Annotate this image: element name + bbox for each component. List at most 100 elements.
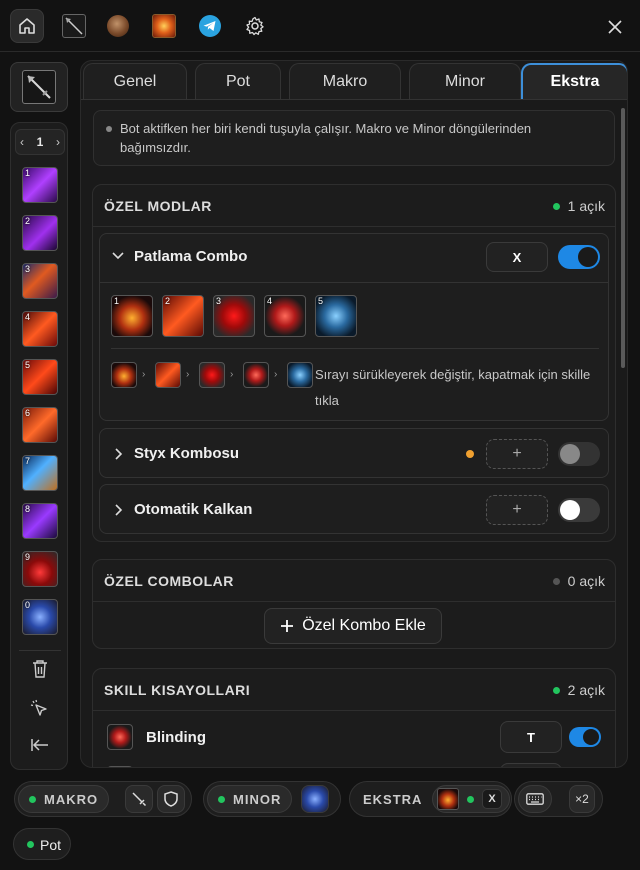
mode-toggle[interactable]	[558, 442, 600, 466]
tab-makro[interactable]: Makro	[289, 63, 401, 99]
chevron-down-icon[interactable]	[112, 251, 124, 261]
patlama-combo-panel: Patlama Combo X 1 2 3 4 5 › › › › Sırayı…	[99, 233, 609, 421]
minor-skill-icon[interactable]	[301, 785, 329, 813]
status-dot	[552, 577, 560, 585]
keyboard-status-pill: ×2	[514, 781, 603, 817]
status-count: 0 açık	[552, 573, 605, 589]
skill-slot[interactable]: 0	[22, 599, 58, 635]
mode-toggle[interactable]	[558, 498, 600, 522]
settings-button[interactable]	[238, 9, 272, 43]
order-skill[interactable]	[111, 362, 137, 388]
skill-slot[interactable]: 9	[22, 551, 58, 587]
count-text: 0 açık	[567, 573, 605, 589]
skill-slot[interactable]: 7	[22, 455, 58, 491]
fire-skill-icon	[152, 14, 176, 38]
keyboard-button[interactable]	[518, 785, 552, 813]
mode-title: Patlama Combo	[134, 248, 248, 265]
home-button[interactable]	[10, 9, 44, 43]
skill-icon	[107, 766, 133, 767]
makro-status-pill: MAKRO	[14, 781, 192, 817]
cursor-icon[interactable]	[30, 699, 50, 719]
warning-dot	[466, 450, 474, 458]
skill-number: 1	[114, 296, 120, 306]
skill-number: 4	[267, 296, 273, 306]
count-text: 1 açık	[567, 198, 605, 214]
tab-pot[interactable]: Pot	[195, 63, 281, 99]
home-icon	[19, 18, 35, 34]
skill-slot[interactable]: 1	[22, 167, 58, 203]
chevron-right-icon: ›	[230, 369, 234, 380]
chevron-right-icon[interactable]	[114, 504, 124, 516]
makro-chip[interactable]: MAKRO	[18, 785, 110, 813]
divider	[111, 348, 599, 349]
toggle-knob	[583, 729, 599, 745]
ekstra-mode-chip[interactable]: X	[432, 785, 510, 813]
combo-skill[interactable]: 3	[213, 295, 255, 337]
ekstra-chip[interactable]: EKSTRA	[353, 785, 432, 813]
chevron-right-icon: ›	[142, 369, 146, 380]
shortcut-toggle[interactable]	[569, 727, 601, 747]
skill-slot[interactable]: 3	[22, 263, 58, 299]
dagger-skill-icon	[22, 70, 56, 104]
auto-shield-panel: Otomatik Kalkan +	[99, 484, 609, 534]
chevron-right-icon[interactable]: ›	[56, 135, 60, 149]
card-title: ÖZEL MODLAR	[104, 198, 212, 214]
fire-skill-button[interactable]	[147, 9, 181, 43]
info-box: Bot aktifken her biri kendi tuşuyla çalı…	[93, 110, 615, 166]
hotkey-button[interactable]: +	[486, 495, 548, 525]
tab-minor[interactable]: Minor	[409, 63, 521, 99]
skill-number: 5	[318, 296, 324, 306]
avatar-button[interactable]	[101, 9, 135, 43]
scrollbar[interactable]	[621, 108, 625, 368]
minor-chip[interactable]: MINOR	[207, 785, 293, 813]
skill-slot[interactable]: 2	[22, 215, 58, 251]
status-dot	[29, 795, 36, 803]
minor-status-pill: MINOR	[203, 781, 341, 817]
trash-icon[interactable]	[31, 659, 49, 679]
combo-skill[interactable]: 5	[315, 295, 357, 337]
order-skill[interactable]	[287, 362, 313, 388]
add-combo-button[interactable]: Özel Kombo Ekle	[264, 608, 442, 644]
count-text: 2 açık	[567, 682, 605, 698]
pot-label: Pot	[40, 837, 62, 853]
info-text: Bot aktifken her biri kendi tuşuyla çalı…	[120, 121, 532, 155]
special-modes-card: ÖZEL MODLAR 1 açık Patlama Combo X 1 2 3…	[92, 184, 616, 542]
order-skill[interactable]	[155, 362, 181, 388]
slot-number: 8	[25, 504, 31, 514]
hotkey-button[interactable]: +	[486, 439, 548, 469]
skill-slot[interactable]: 4	[22, 311, 58, 347]
dagger-skill-icon	[62, 14, 86, 38]
combo-skill[interactable]: 1	[111, 295, 153, 337]
hotkey-button[interactable]: T	[500, 721, 562, 753]
shield-button[interactable]	[157, 785, 185, 813]
order-skill[interactable]	[199, 362, 225, 388]
combo-skill[interactable]: 2	[162, 295, 204, 337]
sword-button[interactable]	[125, 785, 153, 813]
skill-slot[interactable]: 8	[22, 503, 58, 539]
plus-icon	[281, 620, 294, 632]
selected-skill-slot[interactable]	[10, 62, 68, 112]
hotkey-button[interactable]: X	[486, 242, 548, 272]
tab-genel[interactable]: Genel	[83, 63, 187, 99]
skill-thumb-button[interactable]	[57, 9, 91, 43]
telegram-button[interactable]	[193, 9, 227, 43]
collapse-icon[interactable]	[30, 737, 50, 753]
skill-bar: ‹ 1 › 1 2 3 4 5 6 7 8 9 0	[10, 122, 68, 770]
pot-status-pill[interactable]: Pot	[13, 828, 71, 860]
close-button[interactable]	[598, 10, 632, 44]
chevron-left-icon[interactable]: ‹	[20, 135, 24, 149]
status-dot	[552, 686, 560, 694]
makro-label: MAKRO	[44, 791, 99, 807]
order-skill[interactable]	[243, 362, 269, 388]
main-panel: Genel Pot Makro Minor Ekstra Bot aktifke…	[80, 60, 628, 768]
hotkey-button[interactable]	[500, 763, 562, 767]
chevron-right-icon[interactable]	[114, 448, 124, 460]
skill-slot[interactable]: 5	[22, 359, 58, 395]
slot-number: 9	[25, 552, 31, 562]
combo-skill[interactable]: 4	[264, 295, 306, 337]
toggle-knob	[560, 500, 580, 520]
gear-icon	[246, 16, 264, 36]
skill-slot[interactable]: 6	[22, 407, 58, 443]
mode-toggle[interactable]	[558, 245, 600, 269]
tab-ekstra[interactable]: Ekstra	[521, 63, 627, 99]
